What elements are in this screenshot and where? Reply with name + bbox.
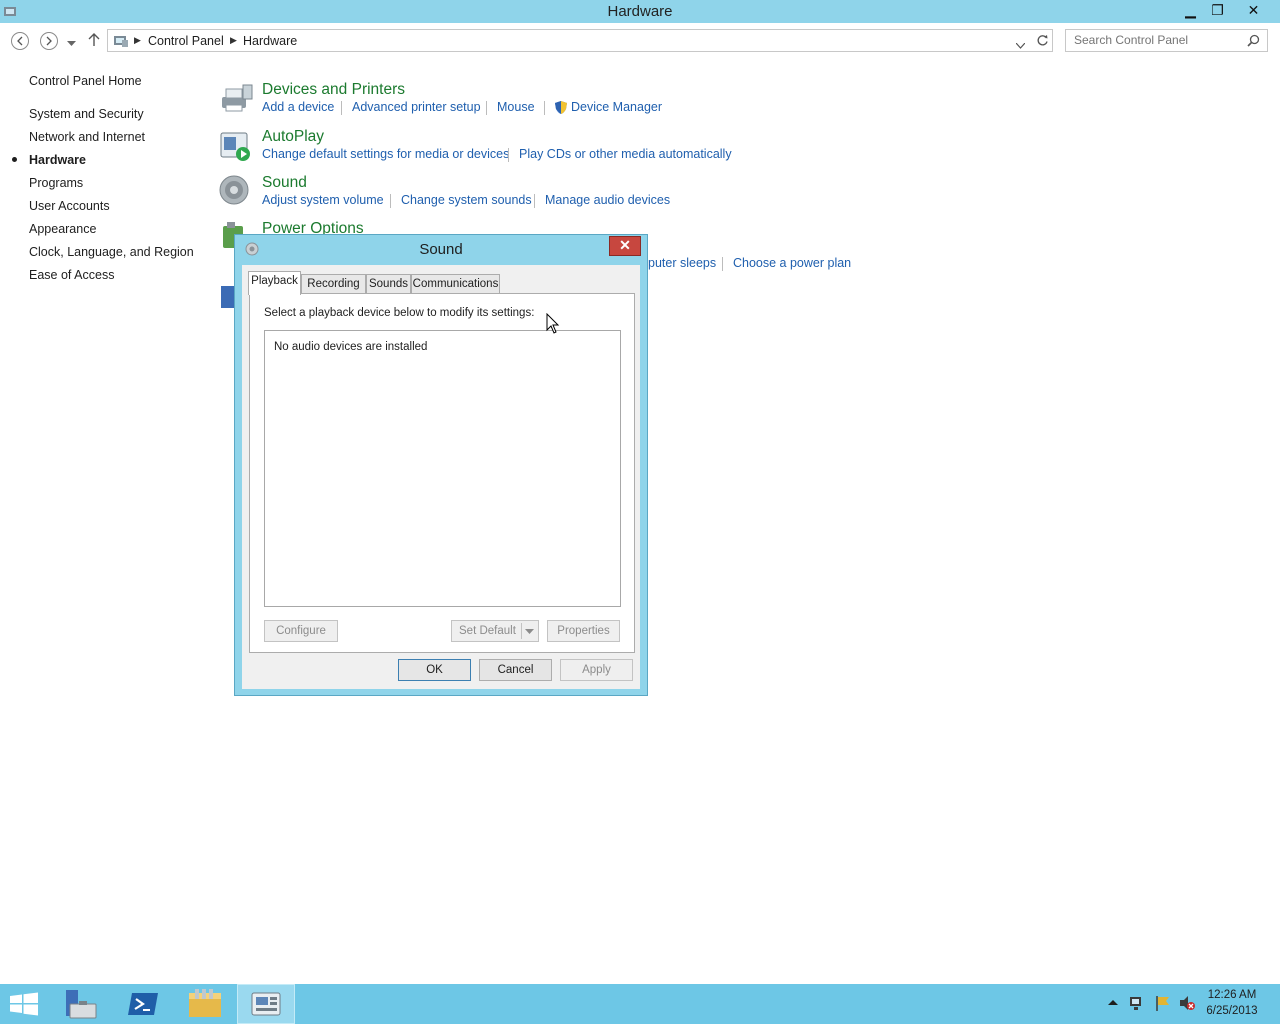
tab-communications[interactable]: Communications	[411, 274, 500, 294]
search-input[interactable]	[1074, 33, 1244, 47]
clock-time[interactable]: 12:26 AM	[1202, 989, 1262, 1001]
link-divider	[544, 101, 545, 115]
sidebar-item-user-accounts[interactable]: User Accounts	[29, 199, 110, 213]
properties-button[interactable]: Properties	[547, 620, 620, 642]
sidebar-item-programs[interactable]: Programs	[29, 176, 83, 190]
show-hidden-icons-icon[interactable]	[1107, 996, 1119, 1010]
empty-device-message: No audio devices are installed	[274, 341, 428, 353]
address-bar[interactable]: ▶ Control Panel ▶ Hardware	[107, 29, 1053, 52]
sound-dialog: Sound ✕ Playback Recording Sounds Commun…	[234, 234, 648, 696]
window-title: Hardware	[607, 3, 673, 20]
sound-title[interactable]: Sound	[262, 174, 307, 192]
set-default-button[interactable]: Set Default	[451, 620, 539, 642]
devices-printers-icon[interactable]	[219, 83, 253, 115]
refresh-icon[interactable]	[1036, 34, 1049, 50]
forward-button[interactable]	[40, 32, 58, 50]
mouse-cursor-icon	[546, 312, 560, 338]
breadcrumb-control-panel[interactable]: Control Panel	[148, 34, 224, 48]
dialog-body: Playback Recording Sounds Communications…	[242, 265, 640, 689]
manage-audio-devices-link[interactable]: Manage audio devices	[545, 193, 670, 207]
playback-instruction: Select a playback device below to modify…	[264, 307, 535, 319]
shield-icon	[554, 100, 568, 118]
powershell-icon[interactable]	[114, 984, 172, 1024]
link-divider	[722, 257, 723, 271]
adjust-system-volume-link[interactable]: Adjust system volume	[262, 193, 384, 207]
advanced-printer-setup-link[interactable]: Advanced printer setup	[352, 100, 481, 114]
link-divider	[486, 101, 487, 115]
choose-power-plan-link[interactable]: Choose a power plan	[733, 256, 851, 270]
sidebar-item-system-security[interactable]: System and Security	[29, 107, 144, 121]
change-default-settings-link[interactable]: Change default settings for media or dev…	[262, 147, 509, 161]
volume-muted-icon[interactable]	[1178, 994, 1196, 1015]
change-system-sounds-link[interactable]: Change system sounds	[401, 193, 532, 207]
sidebar-item-hardware[interactable]: Hardware	[29, 153, 86, 167]
breadcrumb-hardware[interactable]: Hardware	[243, 34, 297, 48]
network-icon[interactable]	[1128, 994, 1146, 1015]
address-dropdown-icon[interactable]	[1015, 38, 1026, 52]
control-panel-location-icon	[113, 34, 129, 51]
action-center-flag-icon[interactable]	[1154, 994, 1172, 1015]
back-button[interactable]	[11, 32, 29, 50]
start-button[interactable]	[0, 984, 50, 1024]
taskbar: 12:26 AM 6/25/2013	[0, 984, 1280, 1024]
playback-device-list[interactable]: No audio devices are installed	[264, 330, 621, 607]
add-device-link[interactable]: Add a device	[262, 100, 334, 114]
window-titlebar: Hardware ▁ ❐ ✕	[0, 0, 1280, 23]
sidebar-item-clock-language[interactable]: Clock, Language, and Region	[29, 245, 194, 259]
dialog-close-button[interactable]: ✕	[609, 236, 641, 256]
clock-date[interactable]: 6/25/2013	[1202, 1005, 1262, 1017]
close-button[interactable]: ✕	[1240, 0, 1267, 20]
autoplay-title[interactable]: AutoPlay	[262, 128, 324, 146]
apply-button[interactable]: Apply	[560, 659, 633, 681]
search-box[interactable]	[1065, 29, 1268, 52]
up-arrow-icon[interactable]	[88, 33, 100, 50]
minimize-button[interactable]: ▁	[1177, 0, 1204, 20]
tab-playback[interactable]: Playback	[248, 271, 301, 295]
devices-printers-title[interactable]: Devices and Printers	[262, 81, 405, 99]
chevron-down-icon[interactable]	[525, 621, 534, 648]
link-divider	[534, 194, 535, 208]
file-explorer-icon[interactable]	[176, 984, 234, 1024]
device-manager-link[interactable]: Device Manager	[571, 100, 662, 114]
sidebar-item-network[interactable]: Network and Internet	[29, 130, 145, 144]
restore-button[interactable]: ❐	[1204, 0, 1231, 20]
sound-dialog-title: Sound	[419, 241, 463, 258]
speaker-icon[interactable]	[219, 174, 251, 206]
recent-locations-dropdown[interactable]	[67, 36, 76, 50]
autoplay-icon[interactable]	[219, 130, 251, 162]
set-default-label: Set Default	[459, 625, 516, 637]
sidebar-home-link[interactable]: Control Panel Home	[29, 74, 142, 88]
link-divider	[508, 148, 509, 162]
sidebar-item-ease-of-access[interactable]: Ease of Access	[29, 268, 114, 282]
server-manager-icon[interactable]	[52, 984, 110, 1024]
tab-recording[interactable]: Recording	[301, 274, 366, 294]
control-panel-taskbar-icon[interactable]	[237, 984, 295, 1024]
sidebar-item-appearance[interactable]: Appearance	[29, 222, 96, 236]
tab-sounds[interactable]: Sounds	[366, 274, 411, 294]
link-divider	[390, 194, 391, 208]
computer-sleeps-link[interactable]: puter sleeps	[648, 256, 716, 270]
category-icon[interactable]	[220, 284, 234, 314]
active-item-bullet	[12, 157, 17, 162]
split-divider	[521, 623, 522, 639]
ok-button[interactable]: OK	[398, 659, 471, 681]
cancel-button[interactable]: Cancel	[479, 659, 552, 681]
configure-button[interactable]: Configure	[264, 620, 338, 642]
playback-tab-panel: Select a playback device below to modify…	[249, 293, 635, 653]
search-icon[interactable]	[1247, 34, 1260, 50]
mouse-link[interactable]: Mouse	[497, 100, 535, 114]
link-divider	[341, 101, 342, 115]
play-cds-link[interactable]: Play CDs or other media automatically	[519, 147, 732, 161]
breadcrumb-separator-icon[interactable]: ▶	[230, 35, 237, 46]
breadcrumb-separator-icon[interactable]: ▶	[134, 35, 141, 46]
